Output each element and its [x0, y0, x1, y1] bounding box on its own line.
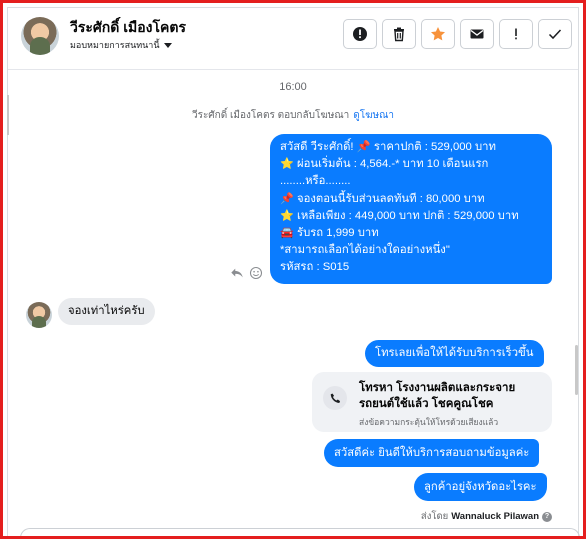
contact-name[interactable]: วีระศักดิ์ เมืองโคตร [70, 17, 186, 39]
info-button[interactable] [343, 19, 377, 49]
view-ad-link[interactable]: ดูโฆษณา [353, 110, 394, 121]
reply-icon[interactable] [230, 266, 244, 280]
caret-down-icon [163, 42, 172, 48]
delete-button[interactable] [382, 19, 416, 49]
assign-label: มอบหมายการสนทนานี้ [70, 40, 160, 50]
trash-icon [394, 27, 404, 42]
contact-avatar[interactable] [21, 17, 59, 55]
message-composer[interactable] [20, 528, 580, 539]
conversation-header: วีระศักดิ์ เมืองโคตร มอบหมายการสนทนานี้ [8, 8, 578, 70]
promo-line: ⭐ ผ่อนเริ่มต้น : 4,564.-* บาท 10 เดือนแรก [280, 156, 542, 173]
message-timestamp: 16:00 [279, 81, 307, 93]
star-button[interactable] [421, 19, 455, 49]
star-emoji-icon: ⭐ [280, 158, 294, 171]
call-card-subtitle: ส่งข้อความกระตุ้นให้โทรด้วยเสียงแล้ว [359, 417, 499, 427]
outgoing-message-province-question[interactable]: ลูกค้าอยู่จังหวัดอะไรคะ [414, 473, 547, 501]
spam-button[interactable] [499, 19, 533, 49]
promo-line: ........หรือ........ [280, 175, 351, 188]
ad-reply-notice: วีระศักดิ์ เมืองโคตร ตอบกลับโฆษณา ดูโฆษณา [0, 108, 586, 123]
ad-reply-text: วีระศักดิ์ เมืองโคตร ตอบกลับโฆษณา [191, 110, 350, 121]
mark-unread-button[interactable] [460, 19, 494, 49]
promo-line: ⭐ เหลือเพียง : 449,000 บาท ปกติ : 529,000… [280, 208, 542, 225]
car-emoji-icon: 🚘 [280, 227, 294, 240]
done-button[interactable] [538, 19, 572, 49]
sent-by-prefix: ส่งโดย [420, 511, 449, 522]
contact-avatar-small[interactable] [26, 302, 52, 328]
scrollbar-thumb[interactable] [575, 345, 578, 395]
outgoing-message-call-prompt[interactable]: โทรเลยเพื่อให้ได้รับบริการเร็วขึ้น [365, 340, 544, 367]
alert-circle-icon [353, 27, 367, 41]
help-icon[interactable]: ? [542, 511, 552, 522]
envelope-icon [470, 29, 484, 39]
smiley-icon[interactable] [249, 266, 263, 280]
outgoing-promo-message[interactable]: สวัสดี วีระศักดิ์! 📌 ราคาปกติ : 529,000 … [270, 134, 552, 284]
check-icon [548, 29, 562, 40]
header-actions [343, 19, 572, 49]
sent-by-label: ส่งโดย Wannaluck Pilawan ? [421, 509, 552, 524]
exclamation-icon [515, 28, 517, 40]
star-emoji-icon: ⭐ [280, 209, 294, 222]
phone-icon [323, 386, 347, 410]
outgoing-message-greeting[interactable]: สวัสดีค่ะ ยินดีให้บริการสอบถามข้อมูลค่ะ [324, 439, 540, 467]
promo-line: 📌 จองตอนนี้รับส่วนลดทันที : 80,000 บาท [280, 191, 542, 208]
star-icon [431, 27, 445, 41]
promo-line: รหัสรถ : S015 [280, 261, 350, 274]
incoming-message[interactable]: จองเท่าไหร่ครับ [58, 298, 155, 325]
promo-line: *สามารถเลือกได้อย่างใดอย่างหนึ่ง" [280, 244, 450, 257]
call-request-card[interactable]: โทรหา โรงงานผลิตและกระจายรถยนต์ใช้แล้ว โ… [312, 372, 552, 432]
assign-conversation-dropdown[interactable]: มอบหมายการสนทนานี้ [70, 38, 172, 52]
call-card-title: โทรหา โรงงานผลิตและกระจายรถยนต์ใช้แล้ว โ… [359, 382, 516, 410]
message-actions [230, 266, 263, 280]
pin-emoji-icon: 📌 [280, 192, 294, 205]
sender-name: Wannaluck Pilawan [451, 511, 539, 522]
promo-line: สวัสดี วีระศักดิ์! 📌 ราคาปกติ : 529,000 … [280, 141, 496, 153]
promo-line: 🚘 รับรถ 1,999 บาท [280, 225, 542, 242]
